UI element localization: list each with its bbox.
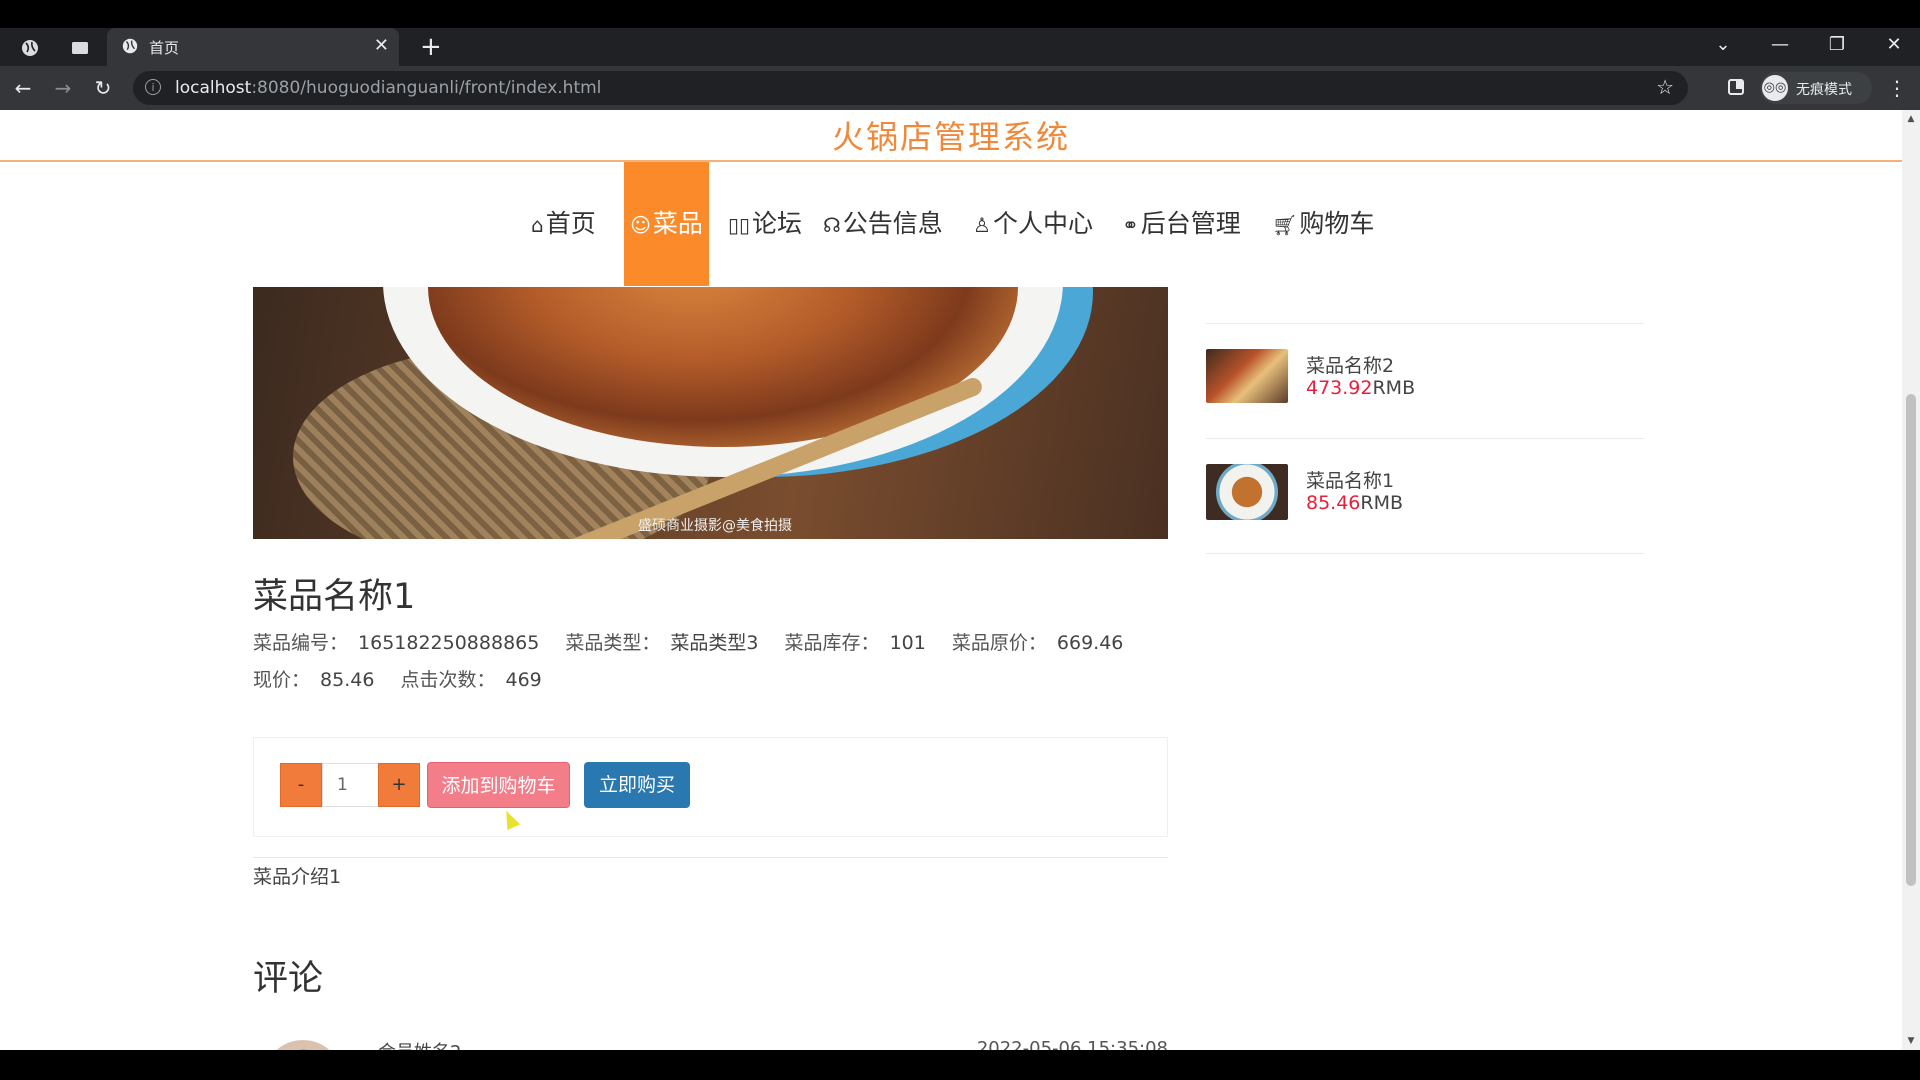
nav-item-forum[interactable]: ▯▯论坛 [728,162,802,286]
minimize-icon[interactable]: — [1765,34,1795,55]
purchase-panel: - 1 + 添加到购物车 立即购买 [253,737,1168,837]
intro-divider [253,857,1168,858]
nav-item-dishes[interactable]: ☺菜品 [624,162,709,286]
dish-hero-image: 盛硕商业摄影@美食拍摄 [253,287,1168,539]
globe-icon[interactable] [20,38,40,58]
link-icon: ⚭ [1122,213,1139,237]
comments-title: 评论 [253,959,324,999]
user-icon: ♙ [973,213,991,237]
sidebar-item-price: 85.46RMB [1306,492,1404,514]
field-value-type: 菜品类型3 [670,632,759,654]
address-bar[interactable]: i localhost:8080/huoguodianguanli/front/… [133,71,1688,105]
field-value-original-price: 669.46 [1056,632,1124,654]
field-value-clicks: 469 [505,669,542,691]
nav-item-profile[interactable]: ♙个人中心 [973,162,1093,286]
address-url[interactable]: localhost:8080/huoguodianguanli/front/in… [175,78,601,98]
field-value-code: 165182250888865 [358,632,540,654]
field-label-stock: 菜品库存： [784,632,880,654]
tab-favicon-globe-icon [121,37,139,55]
reading-list-icon[interactable] [1723,76,1749,101]
nav-item-notice[interactable]: ☊公告信息 [823,162,943,286]
quantity-minus-button[interactable]: - [280,763,322,807]
window-close-icon[interactable]: ✕ [1879,34,1909,55]
browser-tabstrip: 首页 ✕ + ⌄ — ❐ ✕ [0,28,1920,66]
hero-watermark: 盛硕商业摄影@美食拍摄 [638,518,792,534]
bookmark-star-icon[interactable]: ☆ [1656,75,1674,99]
main-nav: ⌂首页 ☺菜品 ▯▯论坛 ☊公告信息 ♙个人中心 ⚭后台管理 🛒︎购物车 [0,162,1902,286]
field-label-original-price: 菜品原价： [951,632,1047,654]
dish-thumbnail[interactable] [1206,464,1288,520]
site-info-icon[interactable]: i [145,79,161,95]
reload-icon[interactable]: ↻ [90,76,116,100]
comment-item: 会员姓名2 2022-05-06 15:35:08 [253,1030,1168,1050]
site-title: 火锅店管理系统 [831,118,1070,156]
nav-item-home[interactable]: ⌂首页 [531,162,596,286]
quantity-plus-button[interactable]: + [378,763,420,807]
notice-icon: ☊ [823,213,841,237]
commenter-avatar [263,1040,343,1050]
sidebar-item[interactable]: 菜品名称1 85.46RMB [1206,438,1644,553]
incognito-badge[interactable]: ◎◎ 无痕模式 [1760,72,1872,104]
buy-now-button[interactable]: 立即购买 [584,762,690,808]
scroll-down-icon[interactable]: ▼ [1902,1036,1920,1046]
restore-icon[interactable]: ❐ [1822,34,1852,55]
add-to-cart-button[interactable]: 添加到购物车 [427,762,570,808]
field-label-clicks: 点击次数： [400,669,496,691]
incognito-icon: ◎◎ [1762,75,1788,101]
field-label-type: 菜品类型： [565,632,661,654]
new-tab-icon[interactable]: + [420,32,442,62]
comment-time: 2022-05-06 15:35:08 [976,1038,1168,1050]
back-arrow-icon[interactable]: ← [10,76,36,100]
sidebar-divider [1206,553,1644,554]
field-value-stock: 101 [889,632,926,654]
page-scrollbar[interactable]: ▲ ▼ [1902,110,1920,1050]
tab-title: 首页 [149,39,180,57]
sidebar-item[interactable]: 菜品名称2 473.92RMB [1206,323,1644,438]
forum-icon: ▯▯ [728,213,751,237]
field-value-current-price: 85.46 [320,669,375,691]
dish-meta-row-1: 菜品编号： 165182250888865 菜品类型： 菜品类型3 菜品库存： 101… [253,628,1143,655]
dish-title: 菜品名称1 [253,577,416,617]
field-label-code: 菜品编号： [253,632,349,654]
tab-search-icon[interactable] [70,38,90,58]
page-viewport: 火锅店管理系统 ⌂首页 ☺菜品 ▯▯论坛 ☊公告信息 ♙个人中心 ⚭后台管理 🛒… [0,110,1920,1050]
forward-arrow-icon[interactable]: → [50,76,76,100]
quantity-input[interactable]: 1 [322,763,380,807]
browser-tab-active[interactable]: 首页 ✕ [107,28,399,66]
scrollbar-thumb[interactable] [1906,394,1916,886]
sidebar-item-name[interactable]: 菜品名称1 [1306,466,1394,493]
nav-item-admin[interactable]: ⚭后台管理 [1122,162,1241,286]
commenter-name: 会员姓名2 [378,1038,461,1050]
dish-icon: ☺ [630,213,651,237]
cart-icon: 🛒︎ [1272,213,1298,237]
browser-toolbar: ← → ↻ i localhost:8080/huoguodianguanli/… [0,66,1920,110]
dish-intro: 菜品介绍1 [253,866,342,888]
dish-thumbnail[interactable] [1206,349,1288,403]
sidebar-item-price: 473.92RMB [1306,377,1416,399]
browser-menu-icon[interactable]: ⋮ [1884,76,1910,100]
nav-item-cart[interactable]: 🛒︎购物车 [1272,162,1374,286]
home-icon: ⌂ [531,213,544,237]
scroll-up-icon[interactable]: ▲ [1902,114,1920,124]
tab-close-icon[interactable]: ✕ [374,35,389,56]
incognito-label: 无痕模式 [1796,82,1852,98]
field-label-current-price: 现价： [253,669,311,691]
sidebar-item-name[interactable]: 菜品名称2 [1306,351,1394,378]
dish-meta-row-2: 现价： 85.46 点击次数： 469 [253,665,562,692]
tab-list-chevron-icon[interactable]: ⌄ [1708,34,1738,55]
